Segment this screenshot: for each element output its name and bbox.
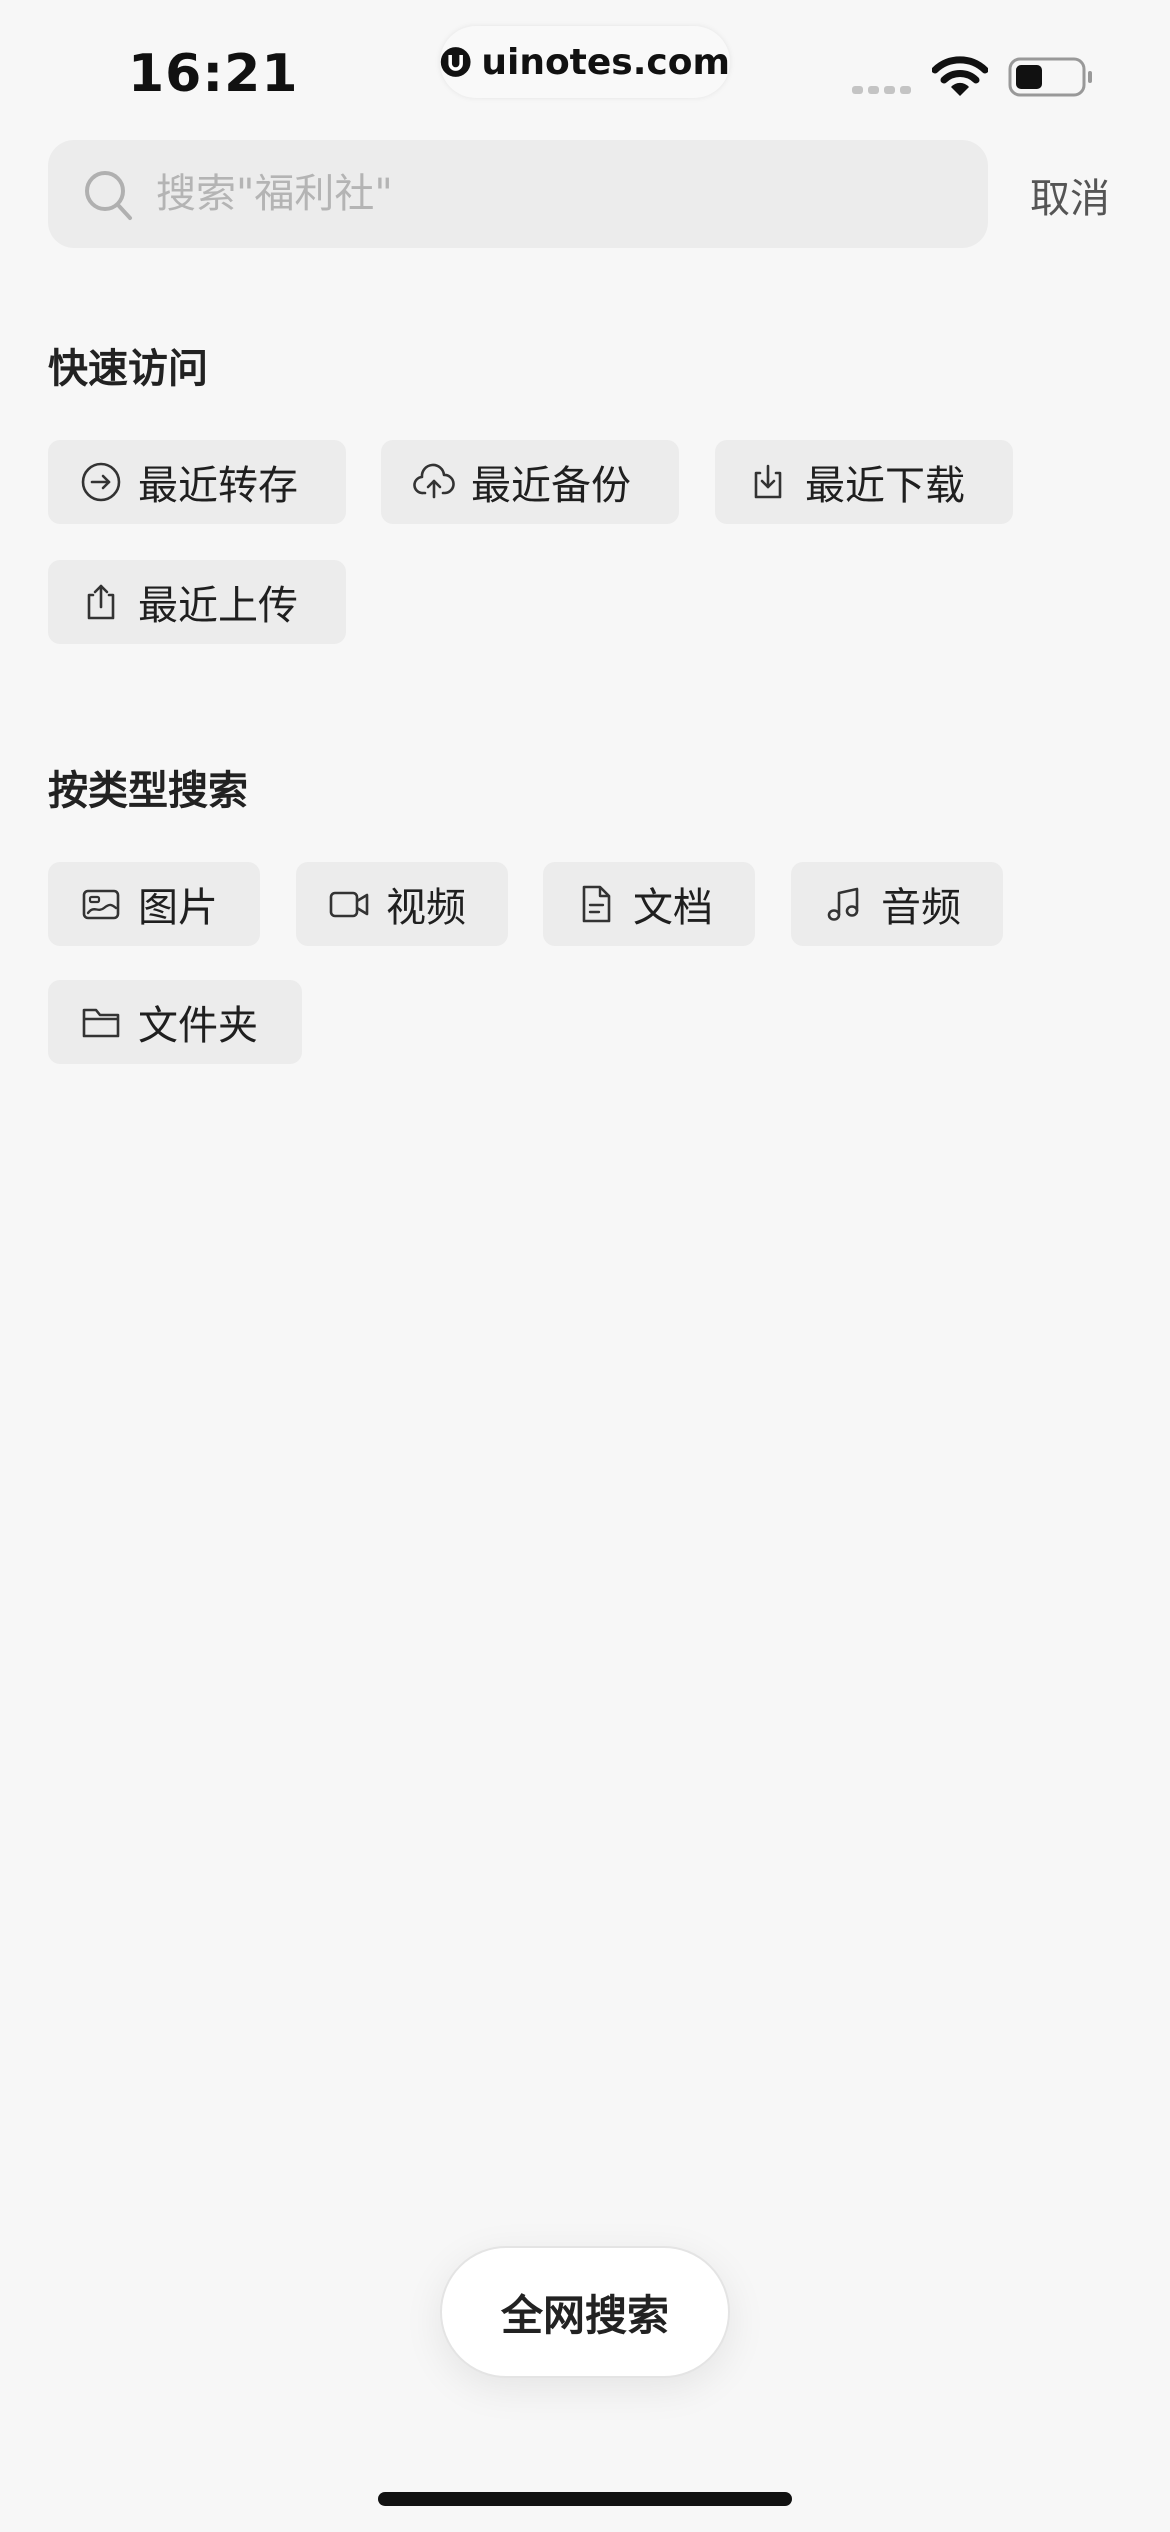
chip-label: 最近备份 [471, 463, 631, 509]
full-web-search-button[interactable]: 全网搜索 [440, 2246, 730, 2378]
search-icon [85, 171, 132, 220]
cancel-button[interactable]: 取消 [1030, 166, 1110, 224]
battery-icon [1008, 57, 1092, 97]
quick-access-recent-download[interactable]: 最近下载 [715, 440, 1013, 524]
watermark-text: uinotes.com [481, 41, 730, 83]
type-search-video[interactable]: 视频 [296, 862, 508, 946]
uinotes-logo-icon [440, 47, 471, 77]
status-bar: 16:21 uinotes.com [0, 0, 1170, 140]
document-icon [582, 885, 611, 923]
type-search-audio[interactable]: 音频 [791, 862, 1003, 946]
chip-label: 最近上传 [138, 583, 298, 629]
wifi-icon [932, 56, 988, 96]
type-search-document[interactable]: 文档 [543, 862, 755, 946]
type-search-image[interactable]: 图片 [48, 862, 260, 946]
cellular-signal-icon [852, 86, 911, 94]
cloud-upload-icon [413, 463, 455, 499]
music-note-icon [827, 887, 859, 921]
upload-icon [87, 584, 115, 620]
chip-label: 文档 [633, 885, 713, 931]
image-icon [82, 889, 120, 920]
watermark-badge: uinotes.com [440, 26, 730, 98]
search-row: 取消 [48, 140, 1122, 248]
search-input[interactable] [156, 162, 956, 226]
quick-access-recent-upload[interactable]: 最近上传 [48, 560, 346, 644]
search-box[interactable] [48, 140, 988, 248]
type-search-title: 按类型搜索 [48, 768, 248, 814]
chip-label: 图片 [138, 885, 218, 931]
status-time: 16:21 [128, 44, 299, 104]
quick-access-recent-saved[interactable]: 最近转存 [48, 440, 346, 524]
video-icon [329, 891, 369, 918]
type-search-folder[interactable]: 文件夹 [48, 980, 302, 1064]
chip-label: 视频 [386, 885, 466, 931]
chip-label: 音频 [881, 885, 961, 931]
home-indicator[interactable] [378, 2492, 792, 2506]
chip-label: 最近下载 [805, 463, 965, 509]
chip-label: 最近转存 [138, 463, 298, 509]
arrow-circle-right-icon [81, 462, 121, 502]
download-icon [754, 464, 782, 499]
chip-label: 文件夹 [138, 1003, 258, 1049]
quick-access-title: 快速访问 [48, 346, 208, 392]
quick-access-recent-backup[interactable]: 最近备份 [381, 440, 679, 524]
folder-icon [82, 1008, 120, 1038]
